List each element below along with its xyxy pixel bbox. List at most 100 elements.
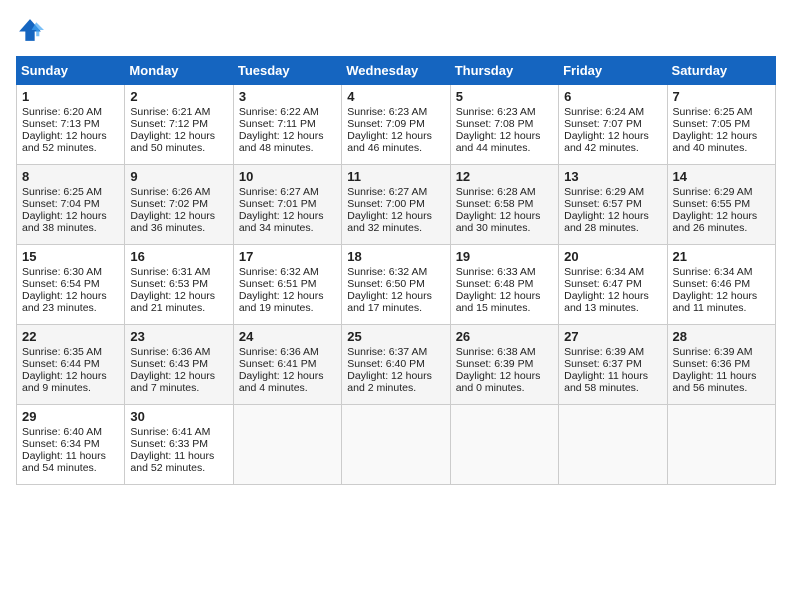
col-header-thursday: Thursday (450, 57, 558, 85)
sunrise: Sunrise: 6:26 AM (130, 186, 210, 198)
week-row-1: 1Sunrise: 6:20 AMSunset: 7:13 PMDaylight… (17, 85, 776, 165)
daylight: Daylight: 12 hours and 19 minutes. (239, 290, 324, 314)
sunset: Sunset: 7:05 PM (673, 118, 751, 130)
daylight: Daylight: 12 hours and 40 minutes. (673, 130, 758, 154)
daylight: Daylight: 12 hours and 36 minutes. (130, 210, 215, 234)
sunrise: Sunrise: 6:27 AM (239, 186, 319, 198)
sunset: Sunset: 6:41 PM (239, 358, 317, 370)
calendar-cell: 4Sunrise: 6:23 AMSunset: 7:09 PMDaylight… (342, 85, 450, 165)
day-number: 16 (130, 249, 227, 264)
daylight: Daylight: 11 hours and 52 minutes. (130, 450, 214, 474)
daylight: Daylight: 12 hours and 15 minutes. (456, 290, 541, 314)
calendar-cell: 5 Sunrise: 6:23 AMSunset: 7:08 PMDaylight… (450, 85, 558, 165)
daylight: Daylight: 12 hours and 44 minutes. (456, 130, 541, 154)
calendar-cell: 6Sunrise: 6:24 AMSunset: 7:07 PMDaylight… (559, 85, 667, 165)
calendar-cell: 20Sunrise: 6:34 AMSunset: 6:47 PMDayligh… (559, 245, 667, 325)
daylight: Daylight: 12 hours and 7 minutes. (130, 370, 215, 394)
calendar-cell (667, 405, 775, 485)
day-number: 23 (130, 329, 227, 344)
daylight: Daylight: 12 hours and 30 minutes. (456, 210, 541, 234)
sunrise: Sunrise: 6:35 AM (22, 346, 102, 358)
sunrise: Sunrise: 6:33 AM (456, 266, 536, 278)
day-number: 22 (22, 329, 119, 344)
day-number: 30 (130, 409, 227, 424)
sunrise: Sunrise: 6:20 AM (22, 106, 102, 118)
day-number: 6 (564, 89, 661, 104)
sunset: Sunset: 7:13 PM (22, 118, 100, 130)
sunset: Sunset: 6:36 PM (673, 358, 751, 370)
day-number: 14 (673, 169, 770, 184)
day-number: 12 (456, 169, 553, 184)
sunrise: Sunrise: 6:21 AM (130, 106, 210, 118)
sunrise: Sunrise: 6:37 AM (347, 346, 427, 358)
calendar-cell (233, 405, 341, 485)
sunset: Sunset: 6:55 PM (673, 198, 751, 210)
daylight: Daylight: 12 hours and 50 minutes. (130, 130, 215, 154)
sunset: Sunset: 7:08 PM (456, 118, 534, 130)
calendar-cell (559, 405, 667, 485)
daylight: Daylight: 12 hours and 11 minutes. (673, 290, 758, 314)
day-number: 18 (347, 249, 444, 264)
sunset: Sunset: 7:04 PM (22, 198, 100, 210)
calendar-cell: 14Sunrise: 6:29 AMSunset: 6:55 PMDayligh… (667, 165, 775, 245)
calendar-cell: 21Sunrise: 6:34 AMSunset: 6:46 PMDayligh… (667, 245, 775, 325)
day-number: 4 (347, 89, 444, 104)
sunrise: Sunrise: 6:38 AM (456, 346, 536, 358)
sunrise: Sunrise: 6:30 AM (22, 266, 102, 278)
sunset: Sunset: 6:46 PM (673, 278, 751, 290)
daylight: Daylight: 12 hours and 2 minutes. (347, 370, 432, 394)
daylight: Daylight: 12 hours and 32 minutes. (347, 210, 432, 234)
sunset: Sunset: 6:54 PM (22, 278, 100, 290)
sunrise: Sunrise: 6:36 AM (239, 346, 319, 358)
day-number: 10 (239, 169, 336, 184)
col-header-wednesday: Wednesday (342, 57, 450, 85)
sunset: Sunset: 6:40 PM (347, 358, 425, 370)
sunset: Sunset: 6:39 PM (456, 358, 534, 370)
day-number: 25 (347, 329, 444, 344)
day-number: 7 (673, 89, 770, 104)
calendar-cell: 28Sunrise: 6:39 AMSunset: 6:36 PMDayligh… (667, 325, 775, 405)
daylight: Daylight: 12 hours and 21 minutes. (130, 290, 215, 314)
sunrise: Sunrise: 6:32 AM (347, 266, 427, 278)
sunrise: Sunrise: 6:27 AM (347, 186, 427, 198)
day-number: 11 (347, 169, 444, 184)
sunset: Sunset: 6:58 PM (456, 198, 534, 210)
calendar-table: SundayMondayTuesdayWednesdayThursdayFrid… (16, 56, 776, 485)
sunset: Sunset: 7:02 PM (130, 198, 208, 210)
sunset: Sunset: 6:37 PM (564, 358, 642, 370)
logo-icon (16, 16, 44, 44)
week-row-4: 22Sunrise: 6:35 AMSunset: 6:44 PMDayligh… (17, 325, 776, 405)
calendar-cell: 13Sunrise: 6:29 AMSunset: 6:57 PMDayligh… (559, 165, 667, 245)
daylight: Daylight: 12 hours and 46 minutes. (347, 130, 432, 154)
day-number: 9 (130, 169, 227, 184)
col-header-monday: Monday (125, 57, 233, 85)
calendar-cell (450, 405, 558, 485)
calendar-cell: 24Sunrise: 6:36 AMSunset: 6:41 PMDayligh… (233, 325, 341, 405)
daylight: Daylight: 12 hours and 52 minutes. (22, 130, 107, 154)
sunrise: Sunrise: 6:29 AM (673, 186, 753, 198)
daylight: Daylight: 12 hours and 38 minutes. (22, 210, 107, 234)
sunset: Sunset: 6:44 PM (22, 358, 100, 370)
sunset: Sunset: 7:11 PM (239, 118, 316, 130)
daylight: Daylight: 12 hours and 13 minutes. (564, 290, 649, 314)
sunrise: Sunrise: 6:34 AM (564, 266, 644, 278)
daylight: Daylight: 12 hours and 17 minutes. (347, 290, 432, 314)
daylight: Daylight: 11 hours and 54 minutes. (22, 450, 106, 474)
daylight: Daylight: 11 hours and 58 minutes. (564, 370, 648, 394)
daylight: Daylight: 12 hours and 34 minutes. (239, 210, 324, 234)
sunrise: Sunrise: 6:36 AM (130, 346, 210, 358)
daylight: Daylight: 12 hours and 9 minutes. (22, 370, 107, 394)
day-number: 5 (456, 89, 553, 104)
sunrise: Sunrise: 6:23 AM (456, 106, 536, 118)
header-row: SundayMondayTuesdayWednesdayThursdayFrid… (17, 57, 776, 85)
calendar-cell: 29Sunrise: 6:40 AMSunset: 6:34 PMDayligh… (17, 405, 125, 485)
day-number: 13 (564, 169, 661, 184)
day-number: 24 (239, 329, 336, 344)
calendar-cell: 19Sunrise: 6:33 AMSunset: 6:48 PMDayligh… (450, 245, 558, 325)
page-header (16, 16, 776, 44)
sunrise: Sunrise: 6:25 AM (673, 106, 753, 118)
sunrise: Sunrise: 6:39 AM (564, 346, 644, 358)
sunset: Sunset: 7:12 PM (130, 118, 208, 130)
calendar-cell: 11Sunrise: 6:27 AMSunset: 7:00 PMDayligh… (342, 165, 450, 245)
sunrise: Sunrise: 6:23 AM (347, 106, 427, 118)
